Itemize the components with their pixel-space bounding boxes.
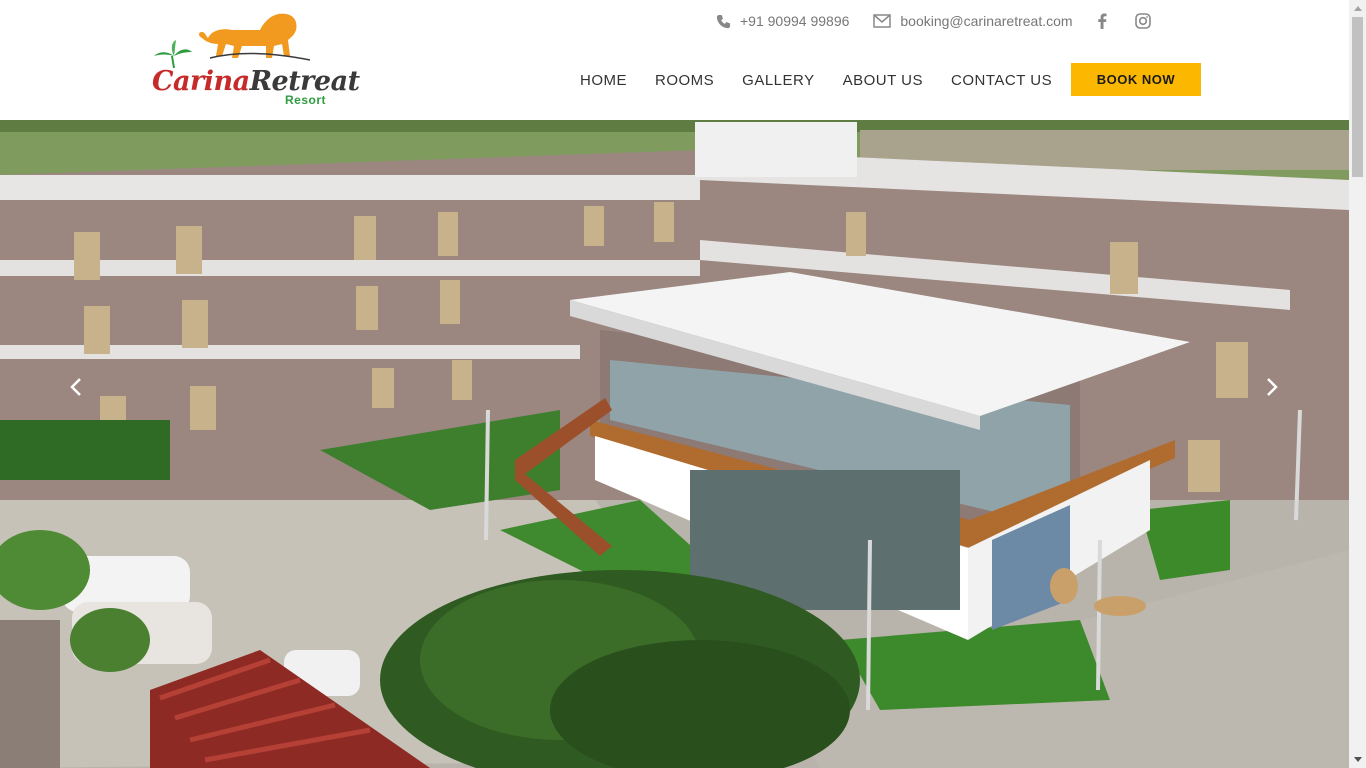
slider-prev-button[interactable] xyxy=(66,375,86,399)
nav-gallery[interactable]: GALLERY xyxy=(742,72,814,89)
phone-contact[interactable]: +91 90994 99896 xyxy=(716,13,849,29)
page-scrollbar[interactable] xyxy=(1349,0,1366,768)
chevron-right-icon xyxy=(1267,378,1278,396)
phone-number: +91 90994 99896 xyxy=(740,13,850,29)
slider-next-button[interactable] xyxy=(1262,375,1282,399)
caret-down-icon xyxy=(1353,757,1362,762)
logo[interactable]: CarinaRetreat Resort xyxy=(150,8,360,108)
logo-wordmark: CarinaRetreat xyxy=(152,66,360,97)
lion-logo-icon xyxy=(154,13,311,68)
nav-contact-us[interactable]: CONTACT US xyxy=(951,72,1052,89)
scroll-down-arrow[interactable] xyxy=(1349,751,1366,768)
email-address: booking@carinaretreat.com xyxy=(900,13,1073,29)
contact-bar: +91 90994 99896 booking@carinaretreat.co… xyxy=(716,10,1179,32)
facebook-icon[interactable] xyxy=(1097,13,1107,29)
caret-up-icon xyxy=(1353,6,1362,11)
site-header: CarinaRetreat Resort +91 90994 99896 boo… xyxy=(0,0,1349,120)
email-contact[interactable]: booking@carinaretreat.com xyxy=(873,13,1073,29)
scroll-up-arrow[interactable] xyxy=(1349,0,1366,17)
main-nav: HOME ROOMS GALLERY ABOUT US CONTACT US xyxy=(580,72,1080,89)
social-links xyxy=(1097,13,1179,29)
instagram-icon[interactable] xyxy=(1134,13,1151,29)
envelope-icon xyxy=(873,14,892,28)
nav-rooms[interactable]: ROOMS xyxy=(655,72,714,89)
nav-home[interactable]: HOME xyxy=(580,72,627,89)
nav-about-us[interactable]: ABOUT US xyxy=(843,72,923,89)
chevron-left-icon xyxy=(70,378,81,396)
hero-image xyxy=(0,120,1349,768)
logo-subtitle: Resort xyxy=(285,93,327,107)
scroll-thumb[interactable] xyxy=(1352,17,1363,177)
hero-slider xyxy=(0,120,1349,768)
phone-icon xyxy=(716,14,731,28)
book-now-button[interactable]: BOOK NOW xyxy=(1071,63,1201,96)
